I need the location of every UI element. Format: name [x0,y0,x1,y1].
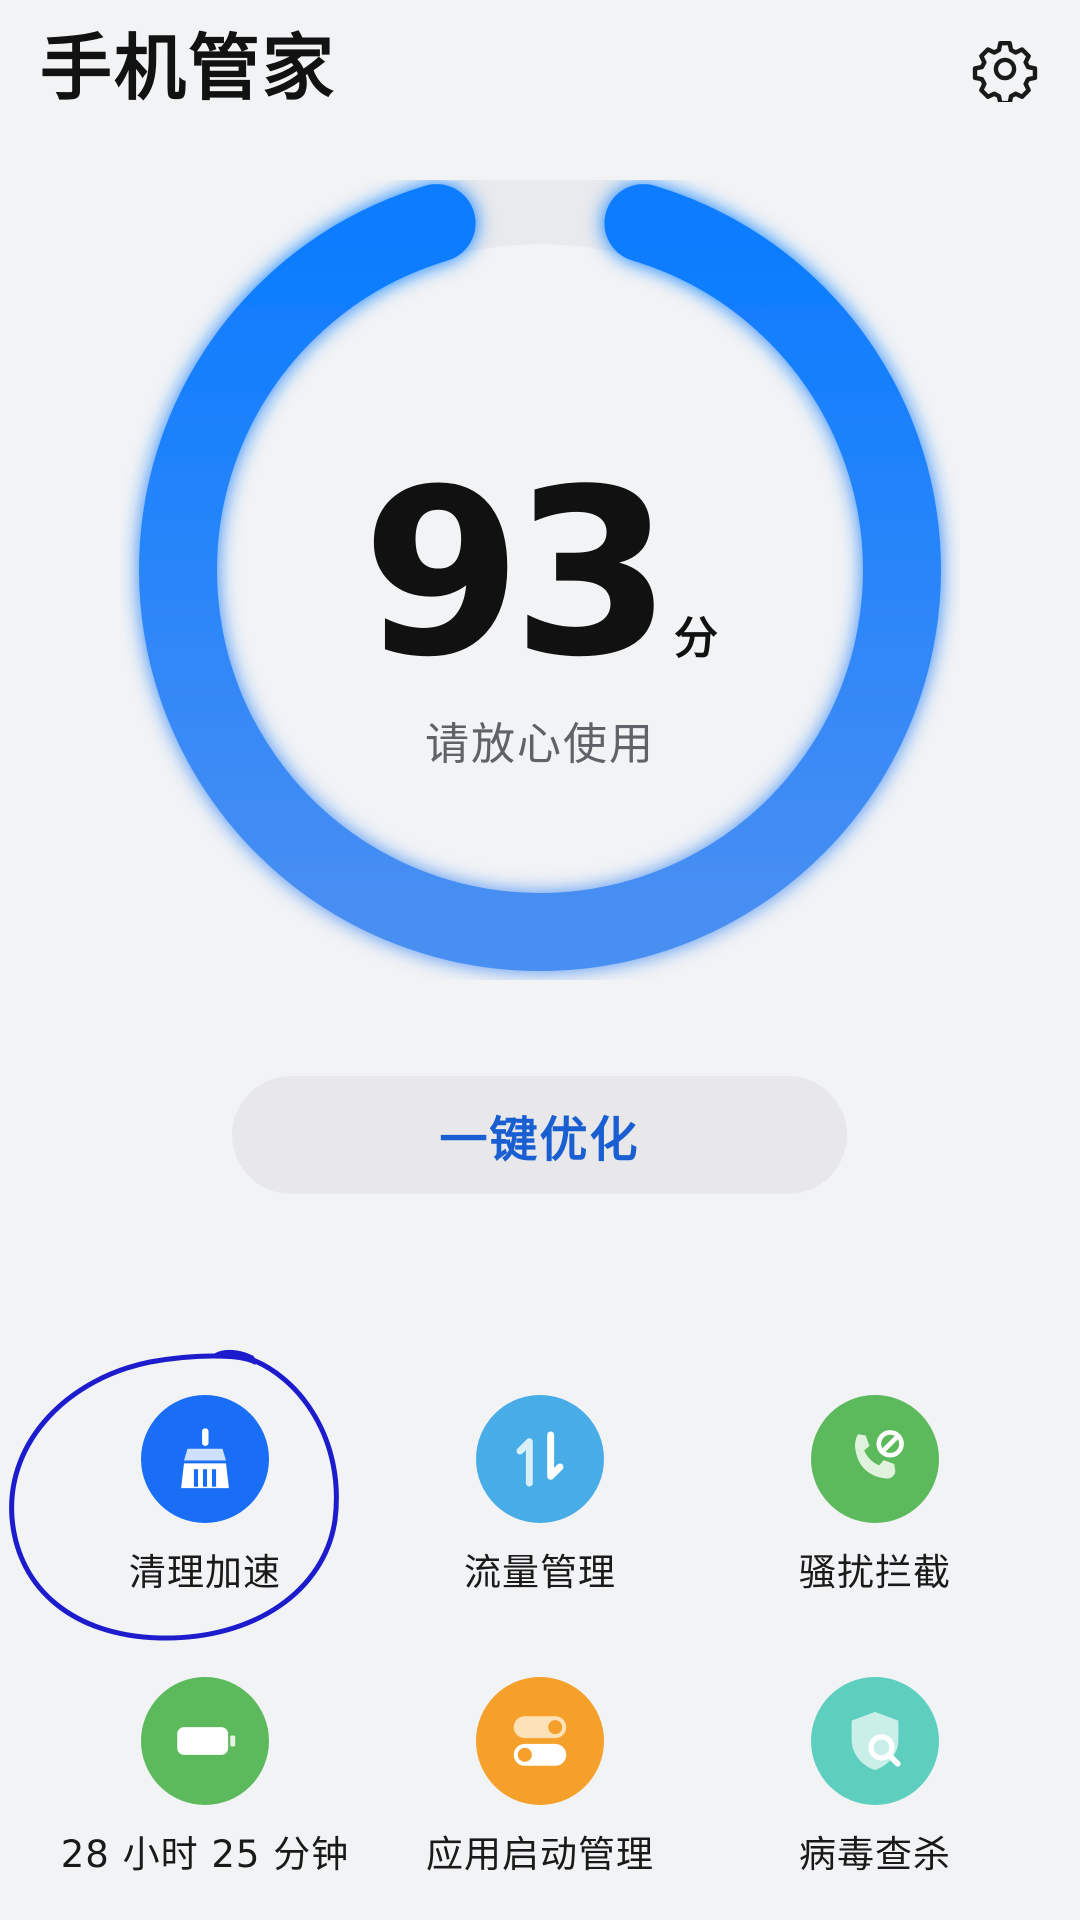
tool-label: 骚扰拦截 [799,1551,951,1594]
tool-label: 流量管理 [464,1551,616,1594]
shield-search-icon [851,1711,901,1771]
page-title: 手机管家 [40,26,337,110]
optimize-button-label: 一键优化 [439,1112,640,1168]
tool-icon-bg [141,1677,269,1805]
tool-app-launch[interactable]: 应用启动管理 [370,1677,710,1877]
settings-button[interactable] [970,34,1040,104]
tool-label: 病毒查杀 [799,1833,951,1876]
battery-icon [177,1727,236,1755]
score-unit: 分 [674,613,719,664]
phone-block-icon [855,1430,904,1479]
tool-label: 28 小时 25 分钟 [60,1833,350,1876]
tools-grid: 清理加速 流量管理 骚扰拦截 28 小时 25 分钟 应用启动管理 病毒查杀 [0,1395,1080,1876]
tool-label: 应用启动管理 [426,1833,654,1876]
tool-icon-bg [476,1677,604,1805]
score-display: 93 分 请放心使用 [120,460,960,772]
broom-icon [181,1428,229,1489]
tool-battery[interactable]: 28 小时 25 分钟 [35,1677,375,1877]
tool-icon-bg [811,1677,939,1805]
gear-icon [972,40,1038,102]
tool-cleanup[interactable]: 清理加速 [35,1395,375,1595]
header: 手机管家 [40,18,1040,118]
phone-manager-screen: 手机管家 93 分 请放心使用 一键优化 清理加速 流量管理 骚扰拦截 28 小… [0,0,1080,1920]
health-score-gauge: 93 分 请放心使用 [120,180,960,980]
tool-label: 清理加速 [129,1551,281,1594]
tool-icon-bg [476,1395,604,1523]
toggle-icon [513,1716,567,1766]
tool-virus-scan[interactable]: 病毒查杀 [705,1677,1045,1877]
score-value: 93 [361,441,672,708]
tool-icon-bg [141,1395,269,1523]
tool-data-management[interactable]: 流量管理 [370,1395,710,1595]
tool-harassment-block[interactable]: 骚扰拦截 [705,1395,1045,1595]
score-status: 请放心使用 [425,719,655,770]
data-transfer-icon [516,1431,564,1487]
one-click-optimize-button[interactable]: 一键优化 [232,1076,847,1194]
tool-icon-bg [811,1395,939,1523]
